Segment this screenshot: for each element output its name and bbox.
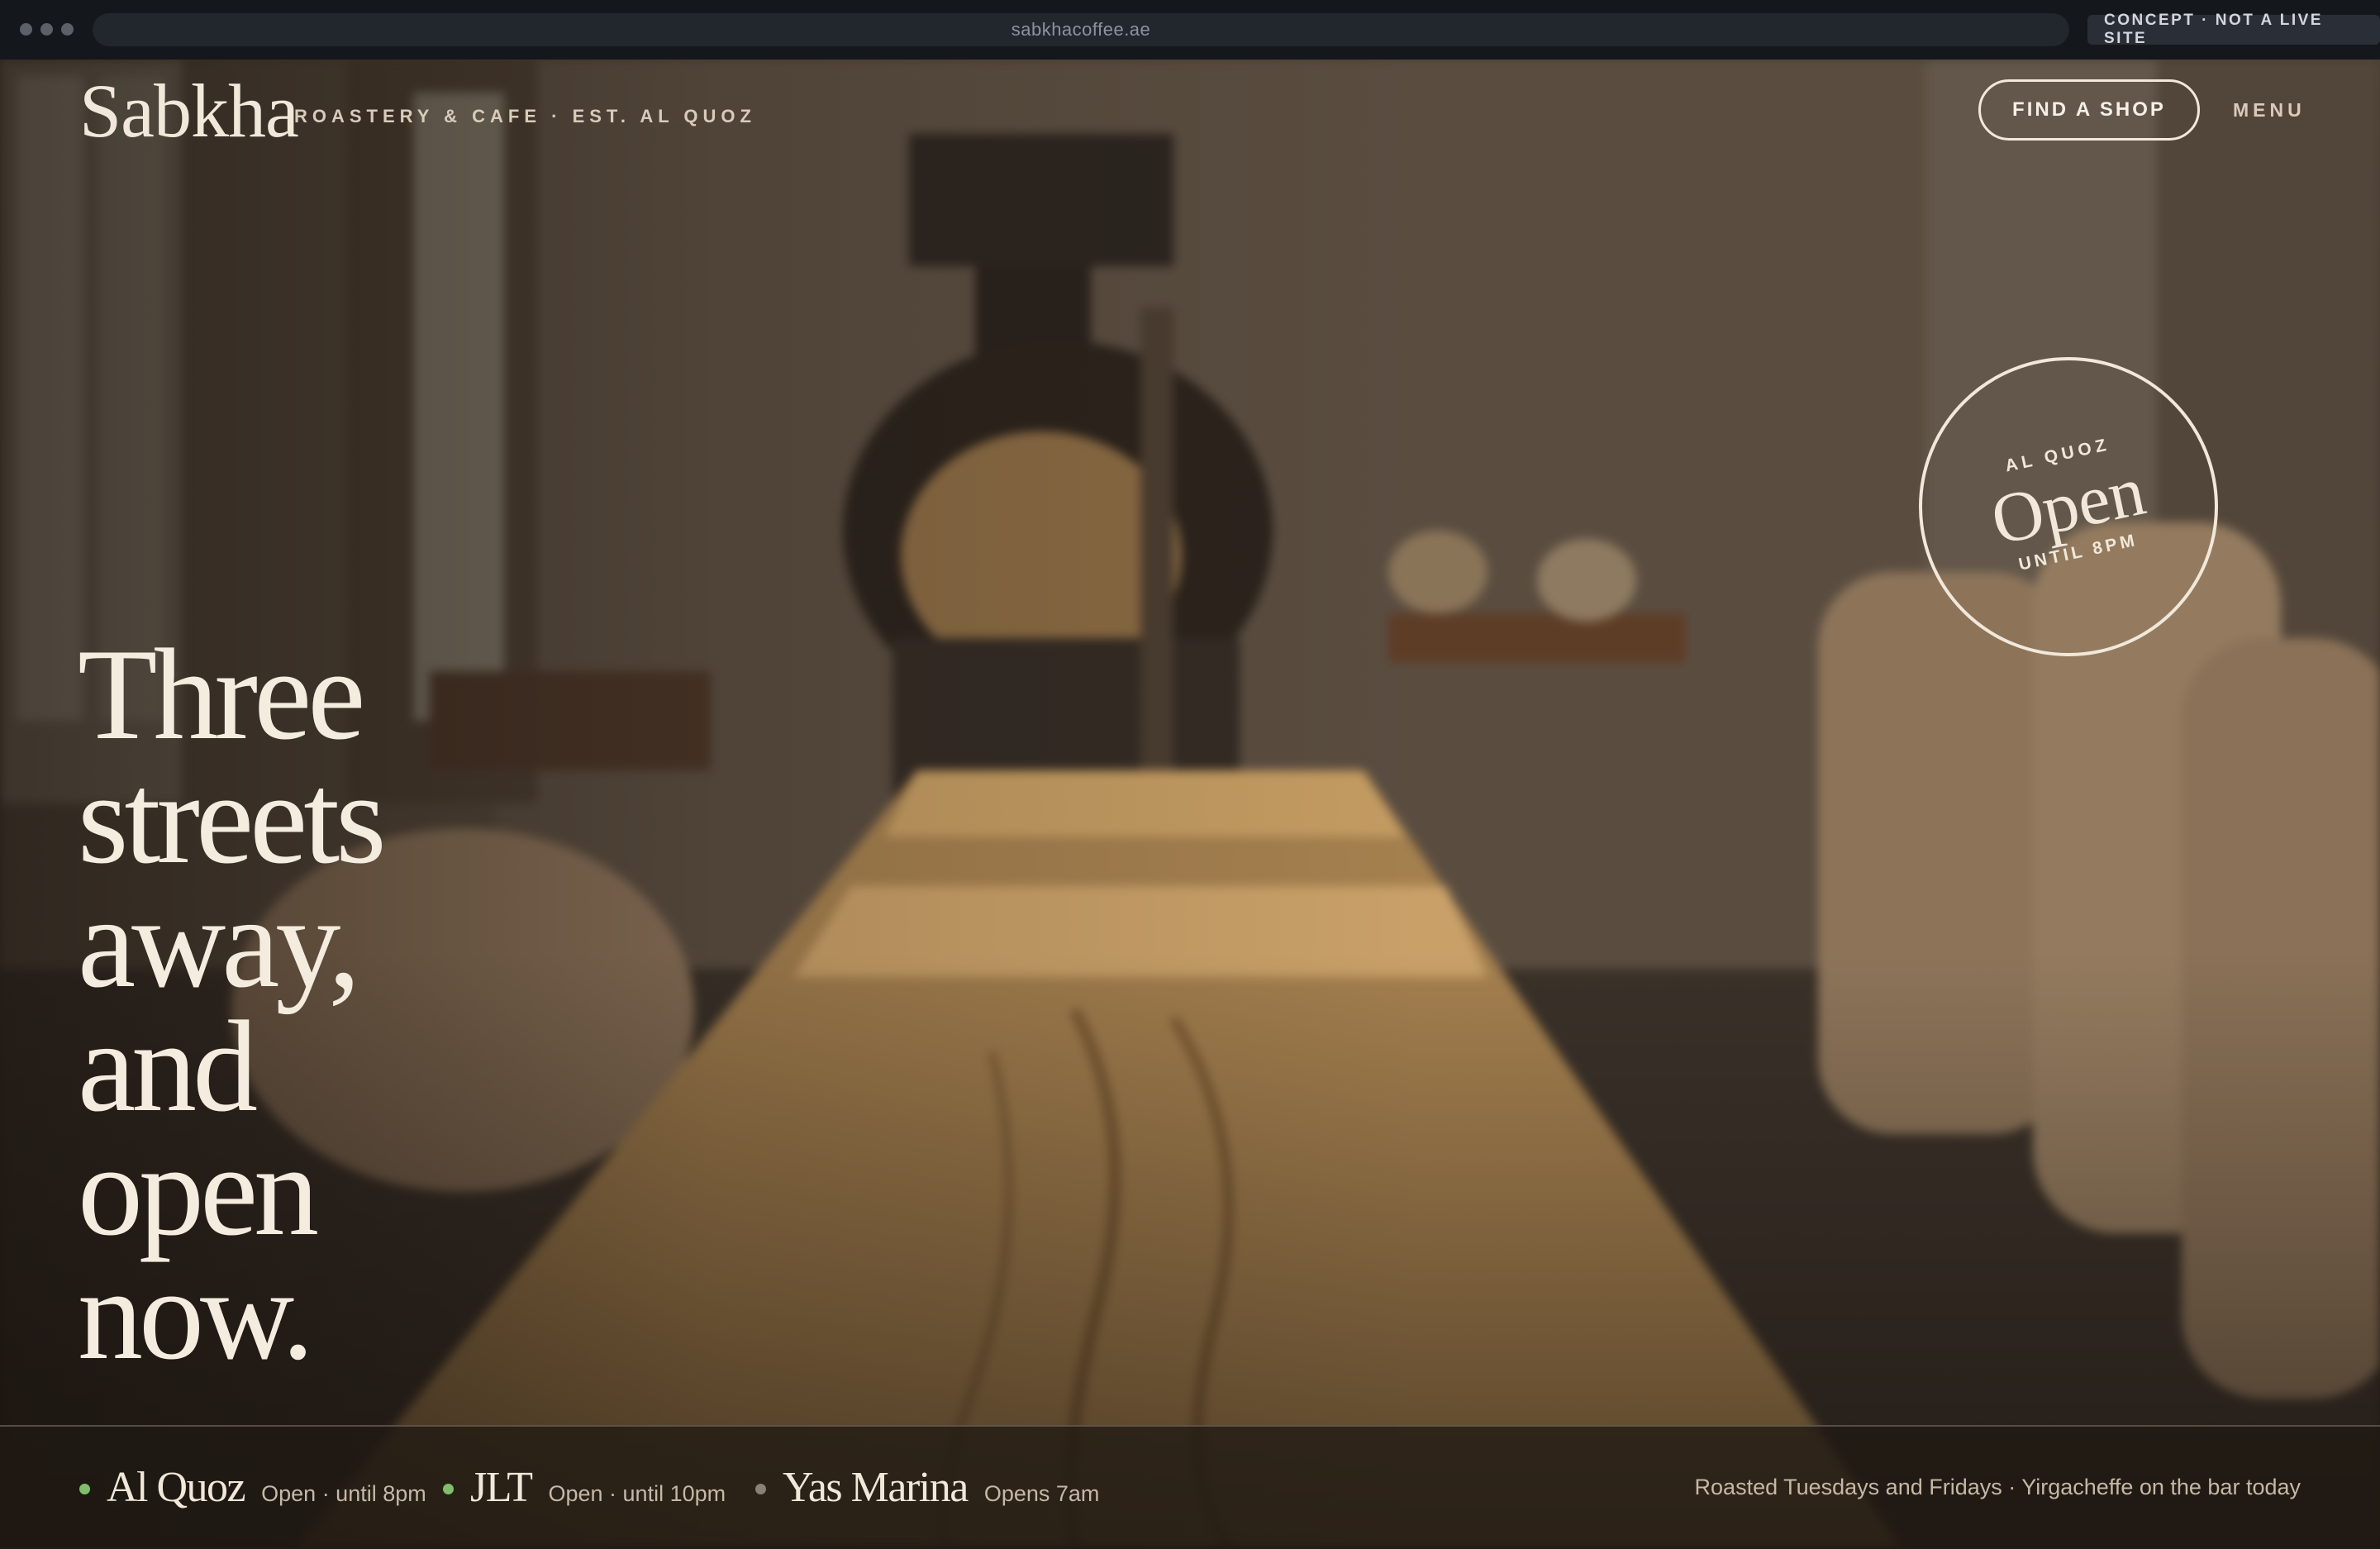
window-minimize-dot[interactable] [40,23,53,36]
location-status: Open · until 10pm [548,1481,726,1506]
location-al-quoz[interactable]: Al Quoz Open · until 8pm [79,1463,426,1512]
location-status: Open · until 8pm [261,1481,426,1506]
window-controls [20,23,74,36]
headline-line: and [78,994,258,1139]
headline-line: Three [78,622,365,767]
browser-chrome: sabkhacoffee.ae CONCEPT · NOT A LIVE SIT… [0,0,2380,61]
open-indicator-dot [443,1484,454,1494]
open-status-badge: AL QUOZ Open UNTIL 8PM [1919,357,2218,656]
concept-badge: CONCEPT · NOT A LIVE SITE [2087,12,2380,47]
headline-line: open [78,1118,319,1263]
location-name: Yas Marina [783,1464,969,1511]
address-bar[interactable]: sabkhacoffee.ae [93,13,2069,46]
closed-indicator-dot [755,1484,766,1494]
headline-line: now. [78,1242,314,1387]
location-jlt[interactable]: JLT Open · until 10pm [443,1463,726,1512]
headline-line: streets [78,746,387,891]
menu-button[interactable]: MENU [2233,99,2306,122]
headline-line: away, [78,870,361,1015]
location-status: Opens 7am [983,1481,1100,1506]
location-yas-marina[interactable]: Yas Marina Opens 7am [755,1463,1099,1512]
open-indicator-dot [79,1484,90,1494]
find-shop-button[interactable]: FIND A SHOP [1978,79,2200,141]
hero-headline: Three streets away, and open now. [78,622,574,1387]
brand-tagline: ROASTERY & CAFE · EST. AL QUOZ [294,106,756,126]
location-status-bar: Al Quoz Open · until 8pm JLT Open · unti… [0,1425,2380,1549]
window-close-dot[interactable] [20,23,32,36]
brand-logo[interactable]: Sabkha [79,73,299,149]
roast-note: Roasted Tuesdays and Fridays · Yirgachef… [1694,1475,2301,1499]
window-maximize-dot[interactable] [61,23,74,36]
location-name: Al Quoz [107,1464,246,1511]
address-url: sabkhacoffee.ae [1011,19,1151,40]
location-name: JLT [470,1464,533,1511]
